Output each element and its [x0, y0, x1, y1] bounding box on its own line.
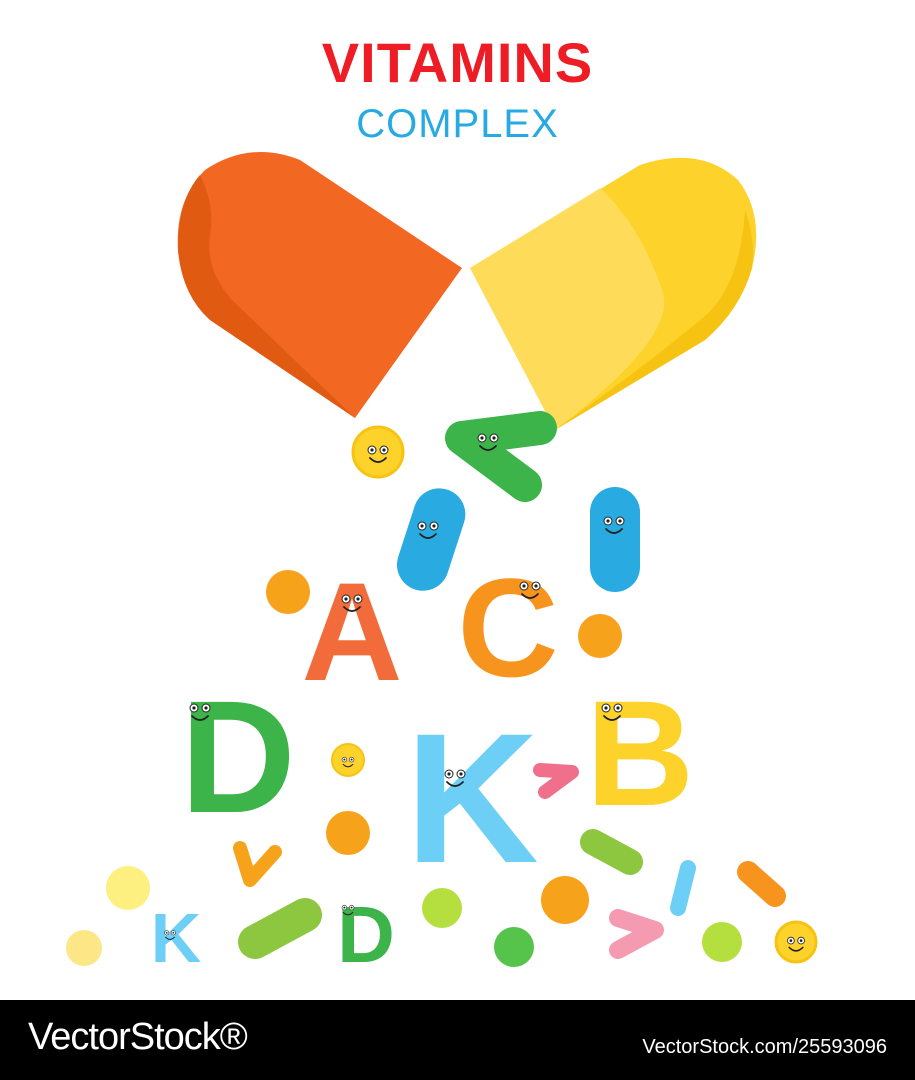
vitamin-letter-c: C: [457, 549, 558, 706]
watermark-brand: VectorStock®: [28, 1016, 248, 1058]
vitamin-letter-b: B: [586, 669, 694, 837]
svg-text:A: A: [301, 553, 402, 710]
dot-icon: [702, 922, 742, 962]
blue-pill-right-icon: [590, 487, 640, 592]
pink-chevron-icon: [609, 909, 664, 959]
vitamin-letter-d-small: D: [337, 890, 395, 979]
orange-pill-icon: [737, 861, 786, 907]
watermark-footer: VectorStock® VectorStock.com/25593096: [0, 1000, 915, 1080]
dot-icon: [422, 888, 462, 928]
pink-chevron-icon: [533, 763, 579, 799]
watermark-image-id: VectorStock.com/25593096: [642, 1036, 887, 1058]
svg-text:K: K: [405, 696, 539, 902]
vitamin-letter-d: D: [180, 667, 296, 846]
capsule-right-half: [470, 157, 757, 430]
orange-chevron-icon: [233, 841, 282, 887]
blue-small-pill-icon: [670, 860, 696, 916]
dot-icon: [66, 930, 102, 966]
svg-text:C: C: [457, 549, 558, 706]
vitamins-illustration: VITAMINS COMPLEX A C D K B K D: [0, 0, 915, 1000]
vitamin-letter-k: K: [405, 696, 539, 902]
lime-pill-icon: [238, 898, 322, 959]
dot-icon: [494, 927, 534, 967]
illustration-canvas: A C D K B K D: [66, 152, 818, 979]
svg-text:D: D: [180, 667, 296, 846]
vitamin-letter-k-small: K: [151, 899, 202, 977]
green-chevron-pill-icon: [445, 411, 557, 502]
dot-icon: [541, 876, 589, 924]
lime-pill-icon: [580, 829, 643, 875]
capsule-left-half: [177, 152, 462, 418]
dot-icon: [106, 866, 150, 910]
svg-text:K: K: [151, 899, 202, 977]
smiley-coin-icon: [774, 920, 818, 964]
smiley-coin-icon: [351, 425, 405, 479]
dot-icon: [326, 811, 370, 855]
small-coin-icon: [331, 743, 365, 777]
vitamin-letter-a: A: [301, 553, 402, 710]
dot-icon: [578, 614, 622, 658]
svg-text:B: B: [586, 669, 694, 837]
svg-text:D: D: [337, 890, 395, 979]
